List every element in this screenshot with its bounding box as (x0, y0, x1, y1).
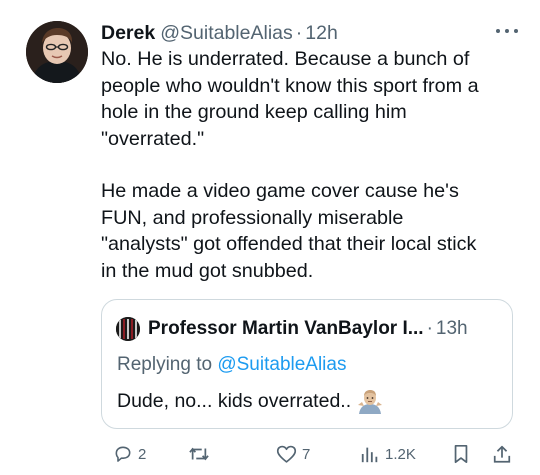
tweet-paragraph: He made a video game cover cause he's FU… (101, 180, 477, 282)
bookmark-icon (454, 444, 468, 464)
replying-to-mention-link[interactable]: @SuitableAlias (217, 354, 346, 375)
heart-icon (276, 445, 297, 463)
separator-dot: · (426, 318, 433, 339)
more-options-icon[interactable] (492, 26, 522, 36)
avatar[interactable] (26, 21, 88, 83)
views-button[interactable]: 1.2K (360, 440, 416, 468)
share-icon (493, 445, 511, 463)
quoted-tweet-header: Professor Martin VanBaylor I... · 13h (116, 316, 468, 342)
reply-count: 2 (138, 445, 147, 463)
retweet-icon (189, 447, 209, 461)
quoted-author-avatar[interactable] (116, 317, 140, 341)
views-chart-icon (361, 447, 378, 463)
quoted-tweet-timestamp[interactable]: 13h (436, 318, 468, 340)
tweet[interactable]: Derek @SuitableAlias · 12h No. He is und… (0, 0, 540, 475)
author-handle[interactable]: @SuitableAlias (160, 20, 293, 46)
quoted-author-display-name[interactable]: Professor Martin VanBaylor I... (148, 318, 424, 340)
replying-to-label: Replying to (117, 354, 218, 375)
tweet-timestamp[interactable]: 12h (305, 20, 338, 46)
quoted-tweet-body: Dude, no... kids overrated.. (117, 390, 352, 412)
action-bar: 2 7 1.2K (0, 440, 540, 468)
quoted-tweet[interactable]: Professor Martin VanBaylor I... · 13h Re… (101, 299, 513, 429)
retweet-button[interactable] (188, 440, 215, 468)
quoted-tweet-text: Dude, no... kids overrated.. (117, 388, 383, 414)
avatar-image (26, 21, 88, 83)
author-display-name[interactable]: Derek (101, 20, 155, 46)
tweet-text: No. He is underrated. Because a bunch of… (101, 46, 526, 284)
tweet-header: Derek @SuitableAlias · 12h (101, 20, 338, 46)
view-count: 1.2K (385, 445, 416, 463)
like-button[interactable]: 7 (276, 440, 310, 468)
like-count: 7 (302, 445, 311, 463)
separator-dot: · (295, 22, 303, 44)
tweet-paragraph: No. He is underrated. Because a bunch of… (101, 48, 479, 150)
man-shrugging-emoji-icon (358, 390, 383, 414)
bookmark-button[interactable] (452, 440, 470, 468)
replying-to-line: Replying to @SuitableAlias (117, 352, 346, 378)
reply-icon (115, 446, 131, 462)
reply-button[interactable]: 2 (113, 440, 146, 468)
share-button[interactable] (492, 440, 512, 468)
quoted-avatar-image (116, 317, 140, 341)
